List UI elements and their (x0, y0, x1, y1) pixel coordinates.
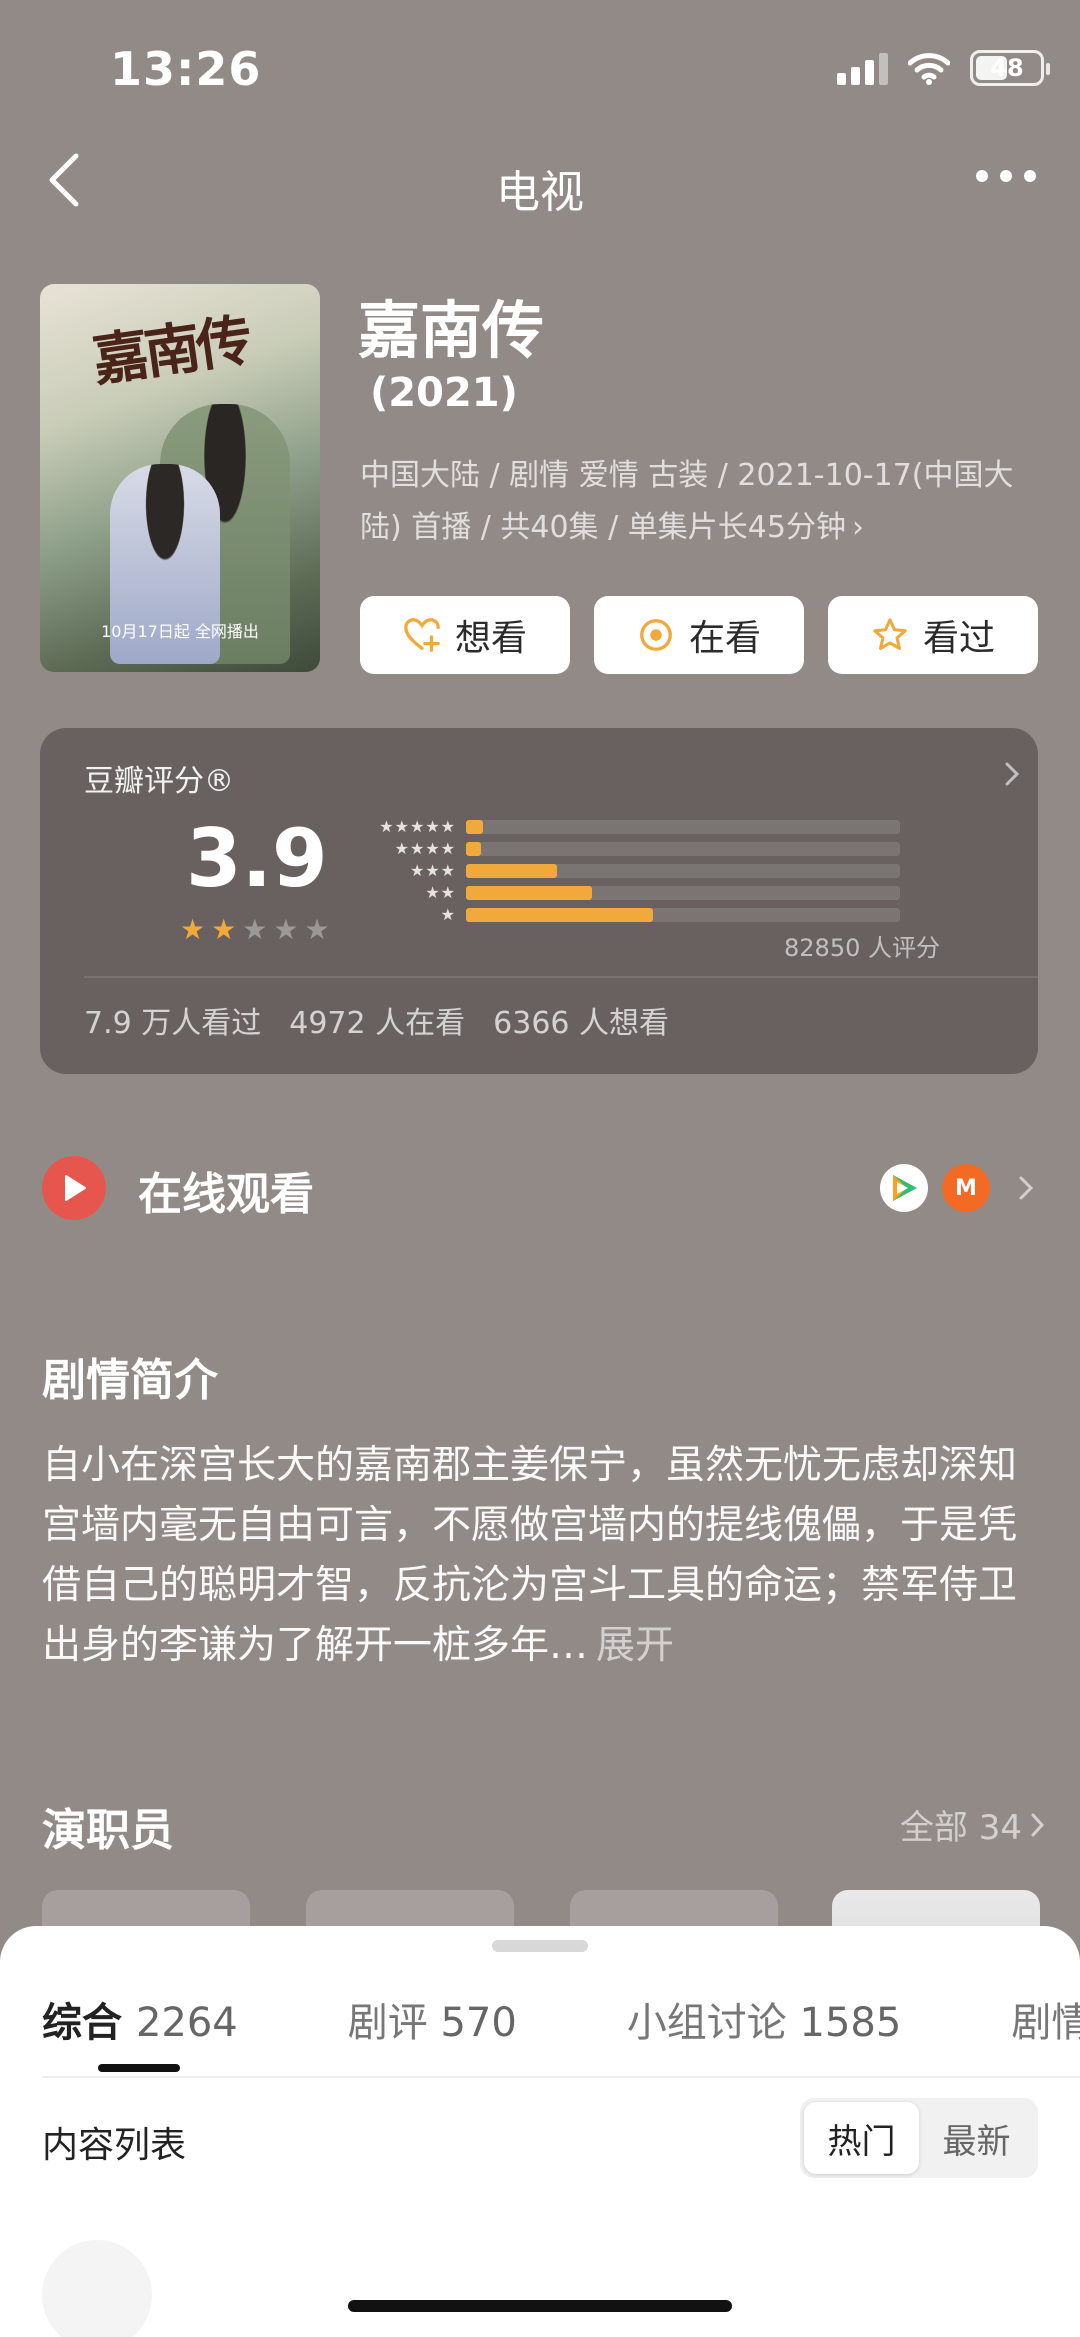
rating-distribution-row: ★ (356, 904, 900, 926)
distribution-track (466, 820, 900, 834)
tab-count: 570 (440, 2000, 517, 2046)
distribution-track (466, 864, 900, 878)
poster-image[interactable]: 嘉南传 10月17日起 全网播出 (40, 284, 320, 672)
rating-distribution: ★★★★★ ★★★★ ★★★ ★★ ★ (356, 816, 900, 926)
tab-count: 1585 (799, 2000, 902, 2046)
distribution-track (466, 842, 900, 856)
battery-level: 48 (990, 54, 1024, 82)
divider (84, 976, 1038, 978)
stat-want: 6366 人想看 (493, 1006, 670, 1041)
tab-plot[interactable]: 剧情 (1011, 1990, 1080, 2048)
watched-button[interactable]: 看过 (828, 596, 1038, 674)
cast-all-label: 全部 34 (899, 1808, 1022, 1848)
signal-icon (837, 51, 888, 85)
tab-count: 2264 (135, 2000, 238, 2046)
more-icon[interactable] (976, 170, 1036, 182)
tab-label: 剧情 (1011, 2000, 1080, 2046)
synopsis-text: 自小在深宫长大的嘉南郡主姜保宁，虽然无忧无虑却深知宫墙内毫无自由可言，不愿做宫墙… (42, 1436, 1042, 1676)
rating-label: 豆瓣评分® (84, 764, 234, 799)
tab-label: 剧评 (347, 2000, 428, 2046)
meta-line-1: 中国大陆 / 剧情 爱情 古装 / 2021-10-17(中国大 (360, 458, 1014, 493)
show-year: (2021) (370, 370, 518, 416)
distribution-bar (466, 820, 483, 834)
chevron-right-icon: › (851, 510, 864, 545)
chevron-right-icon[interactable] (1002, 758, 1022, 790)
heart-plus-icon (404, 618, 440, 652)
rating-distribution-row: ★★★ (356, 860, 900, 882)
page-title: 电视 (496, 167, 584, 218)
distribution-stars-label: ★★★ (409, 861, 456, 880)
watching-label: 在看 (688, 618, 761, 659)
cast-title: 演职员 (42, 1805, 174, 1856)
battery-icon: 48 (970, 50, 1050, 86)
status-icons: 48 (837, 50, 1050, 86)
cast-all-link[interactable]: 全部 34 (900, 1800, 1046, 1849)
show-meta[interactable]: 中国大陆 / 剧情 爱情 古装 / 2021-10-17(中国大 陆) 首播 /… (360, 450, 1040, 554)
watching-button[interactable]: 在看 (594, 596, 804, 674)
sort-hot-button[interactable]: 热门 (804, 2102, 919, 2174)
sort-latest-button[interactable]: 最新 (919, 2102, 1034, 2174)
distribution-track (466, 886, 900, 900)
status-time: 13:26 (110, 42, 262, 96)
meta-line-2: 陆) 首播 / 共40集 / 单集片长45分钟 (360, 510, 846, 545)
distribution-stars-label: ★★★★ (394, 839, 456, 858)
chevron-right-icon (1031, 1813, 1045, 1836)
star-empty-icon: ★ (304, 913, 330, 946)
star-empty-icon: ★ (273, 913, 299, 946)
home-indicator[interactable] (348, 2300, 732, 2312)
rating-distribution-row: ★★★★ (356, 838, 900, 860)
synopsis-title: 剧情简介 (42, 1355, 218, 1406)
chevron-right-icon[interactable] (1016, 1172, 1036, 1204)
tab-reviews[interactable]: 剧评 570 (348, 1990, 517, 2048)
distribution-track (466, 908, 900, 922)
synopsis-body: 自小在深宫长大的嘉南郡主姜保宁，虽然无忧无虑却深知宫墙内毫无自由可言，不愿做宫墙… (42, 1443, 1018, 1668)
want-to-watch-label: 想看 (454, 618, 527, 659)
show-title: 嘉南传 (358, 294, 545, 367)
target-circle-icon (640, 619, 672, 651)
play-icon[interactable] (42, 1156, 106, 1220)
stat-watching: 4972 人在看 (289, 1006, 466, 1041)
star-empty-icon: ★ (242, 913, 268, 946)
tencent-video-icon[interactable] (880, 1164, 928, 1212)
sort-toggle: 热门 最新 (800, 2098, 1038, 2178)
rating-score: 3.9 (186, 812, 328, 905)
star-filled-icon: ★ (180, 913, 206, 946)
distribution-stars-label: ★ (440, 905, 456, 924)
wifi-icon (908, 53, 950, 85)
star-outline-icon (873, 618, 907, 651)
rating-count: 82850 人评分 (784, 934, 940, 962)
want-to-watch-button[interactable]: 想看 (360, 596, 570, 674)
tab-overview[interactable]: 综合 2264 (42, 1990, 238, 2048)
poster-date: 10月17日起 全网播出 (101, 622, 259, 641)
mango-tv-icon[interactable]: M (942, 1164, 990, 1212)
distribution-stars-label: ★★★★★ (379, 817, 456, 836)
tab-label: 小组讨论 (626, 2000, 787, 2046)
distribution-bar (466, 886, 592, 900)
poster-title: 嘉南传 (88, 307, 253, 395)
divider (42, 2076, 1080, 2078)
watched-label: 看过 (922, 618, 995, 659)
expand-link[interactable]: 展开 (596, 1623, 674, 1668)
discussion-tabs: 综合 2264 剧评 570 小组讨论 1585 剧情 (42, 1990, 1080, 2048)
distribution-bar (466, 842, 481, 856)
distribution-stars-label: ★★ (425, 883, 456, 902)
active-tab-indicator (98, 2064, 180, 2072)
content-list-label: 内容列表 (42, 2125, 187, 2166)
rating-distribution-row: ★★ (356, 882, 900, 904)
rating-stars: ★ ★ ★ ★ ★ (180, 916, 330, 944)
stat-watched: 7.9 万人看过 (84, 1006, 262, 1041)
rating-stats: 7.9 万人看过 4972 人在看 6366 人想看 (84, 998, 669, 1042)
distribution-bar (466, 864, 557, 878)
rating-distribution-row: ★★★★★ (356, 816, 900, 838)
star-filled-icon: ★ (211, 913, 237, 946)
tab-label: 综合 (42, 2000, 122, 2046)
online-watch-label[interactable]: 在线观看 (138, 1158, 314, 1222)
sheet-handle[interactable] (492, 1940, 588, 1952)
tab-groups[interactable]: 小组讨论 1585 (627, 1990, 902, 2048)
distribution-bar (466, 908, 653, 922)
